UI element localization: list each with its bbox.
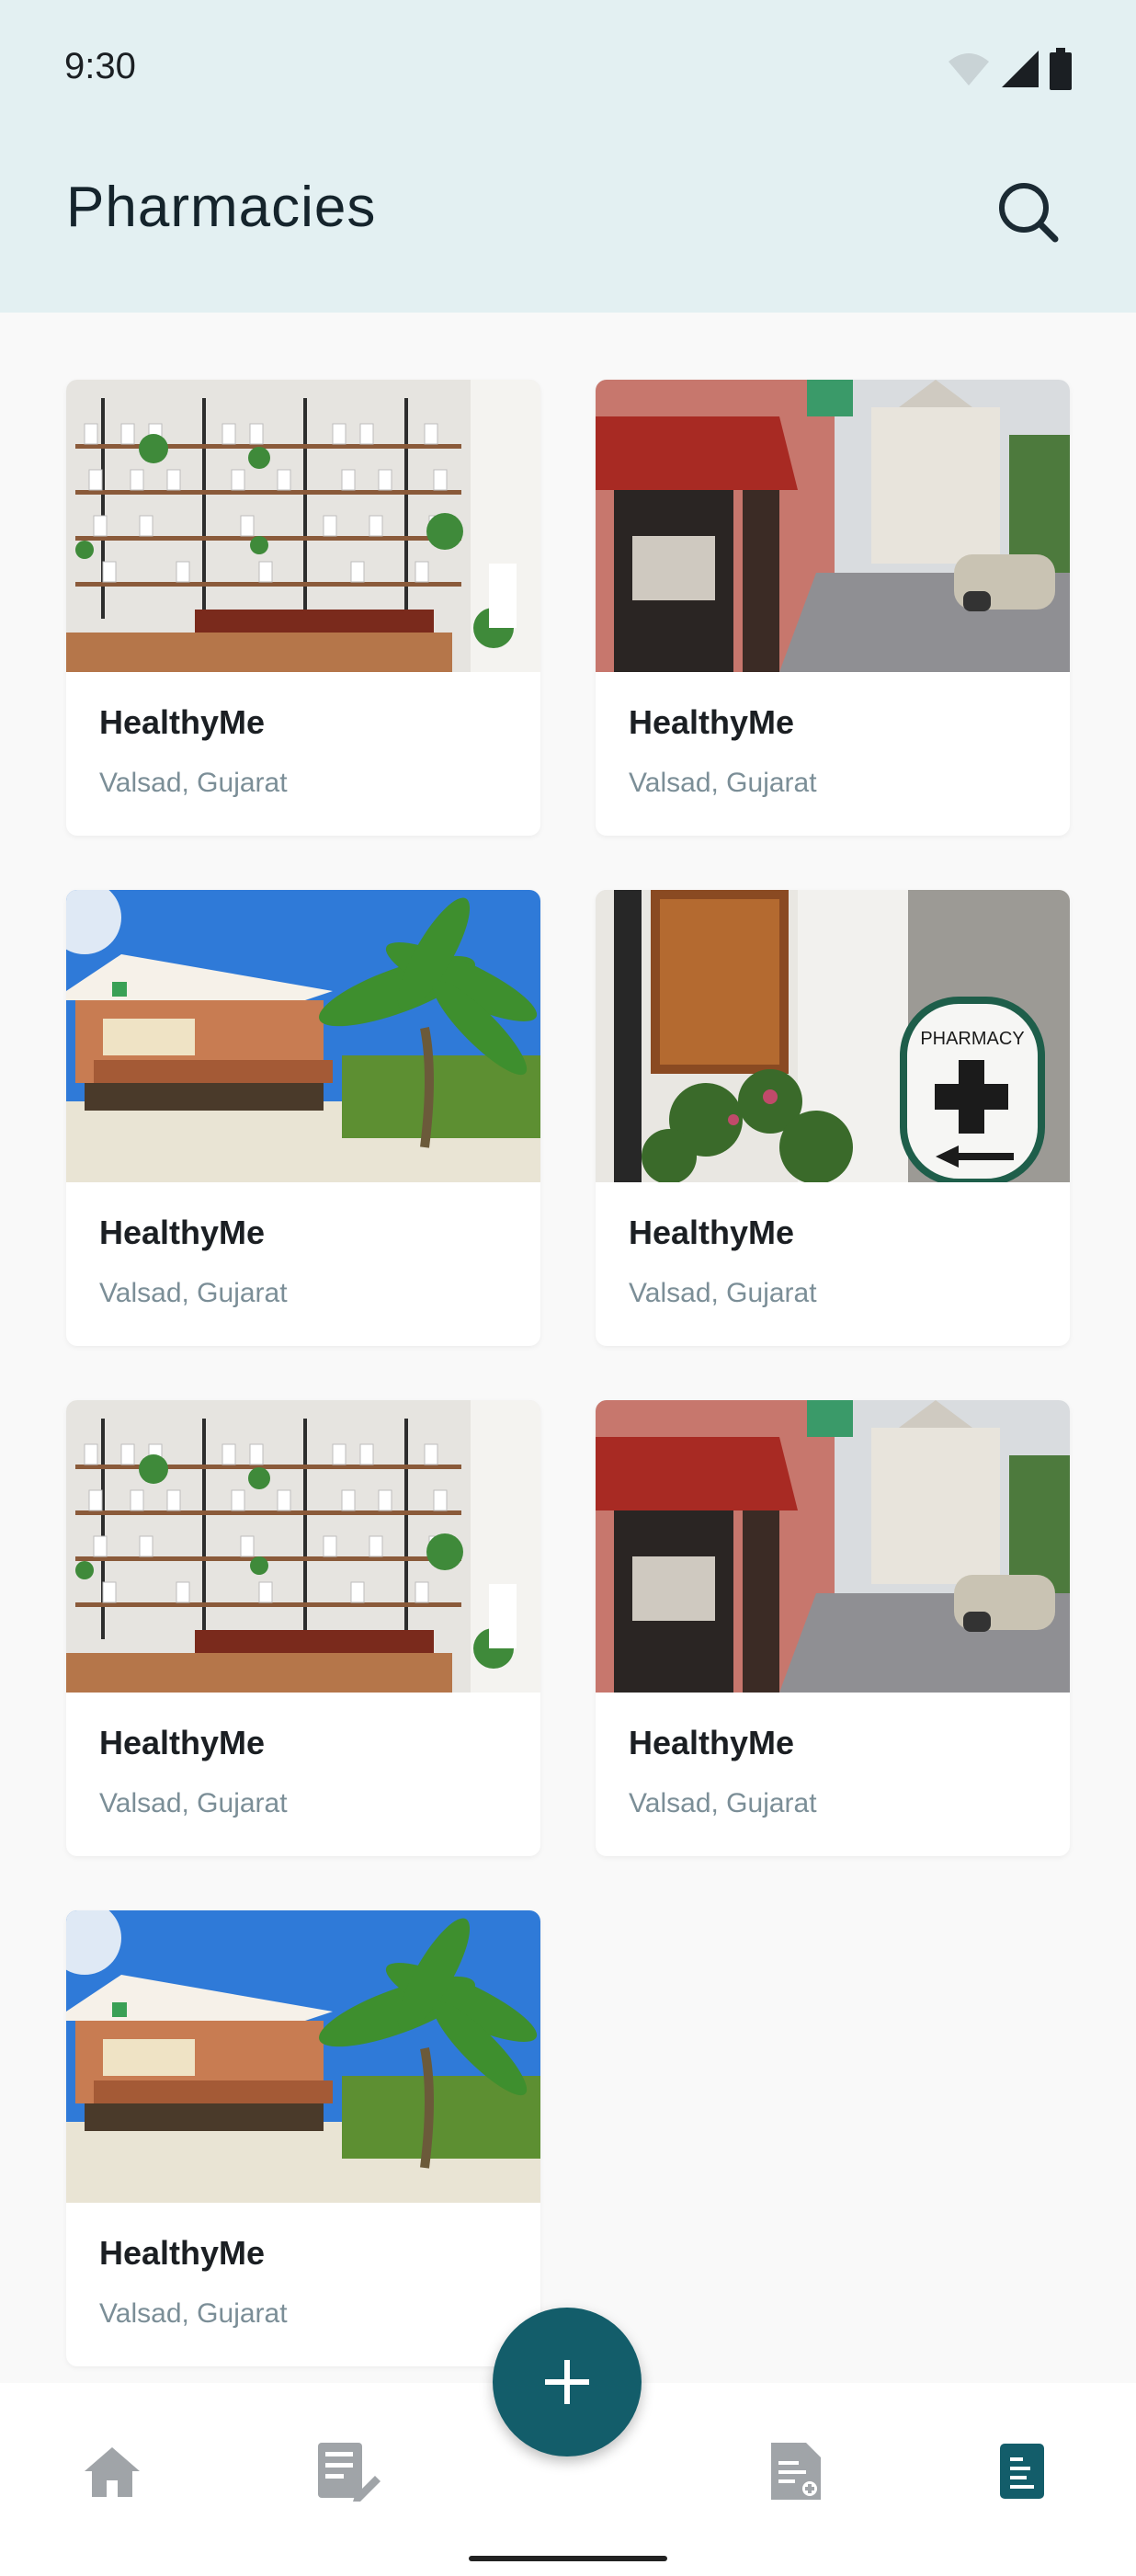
pharmacy-name: HealthyMe: [99, 1724, 266, 1761]
pharmacy-card[interactable]: HealthyMe Valsad, Gujarat: [596, 1400, 1070, 1856]
search-icon: [999, 183, 1059, 243]
pharmacy-image: [66, 1400, 540, 1693]
pharmacy-name: HealthyMe: [99, 2234, 266, 2272]
signal-icon: [1002, 51, 1039, 87]
pharmacy-name: HealthyMe: [629, 703, 795, 741]
pharmacy-name: HealthyMe: [629, 1214, 795, 1251]
pharmacy-location: Valsad, Gujarat: [629, 1788, 817, 1818]
pharmacy-location: Valsad, Gujarat: [99, 2298, 288, 2329]
page-title: Pharmacies: [66, 176, 377, 239]
pharmacy-image: [596, 1400, 1070, 1693]
pharmacy-card[interactable]: HealthyMe Valsad, Gujarat: [66, 1910, 540, 2366]
pharmacy-location: Valsad, Gujarat: [99, 1788, 288, 1818]
nav-home[interactable]: [75, 2434, 149, 2508]
add-button[interactable]: [493, 2308, 642, 2456]
pharmacy-card[interactable]: HealthyMe Valsad, Gujarat: [66, 890, 540, 1346]
pharmacy-card[interactable]: HealthyMe Valsad, Gujarat: [66, 380, 540, 836]
pharmacy-location: Valsad, Gujarat: [99, 1278, 288, 1308]
document-add-icon: [771, 2443, 821, 2500]
battery-icon: [1050, 48, 1072, 90]
svg-text:PHARMACY: PHARMACY: [920, 1029, 1024, 1049]
add-icon: [545, 2360, 589, 2404]
pharmacy-location: Valsad, Gujarat: [629, 768, 817, 798]
pharmacy-card[interactable]: HealthyMe Valsad, Gujarat: [596, 380, 1070, 836]
pharmacy-name: HealthyMe: [629, 1724, 795, 1761]
list-document-icon: [1000, 2444, 1044, 2499]
pharmacy-name: HealthyMe: [99, 1214, 266, 1251]
status-time: 9:30: [64, 46, 136, 86]
pharmacy-image: [596, 380, 1070, 672]
app-header: 9:30 Pharmacies: [0, 0, 1136, 313]
pharmacy-image: [66, 890, 540, 1182]
pharmacy-location: Valsad, Gujarat: [99, 768, 288, 798]
status-icons: [947, 48, 1072, 90]
home-indicator[interactable]: [469, 2556, 667, 2561]
pharmacy-image: [66, 380, 540, 672]
nav-pharmacies[interactable]: [985, 2434, 1059, 2508]
pharmacy-card[interactable]: HealthyMe Valsad, Gujarat: [66, 1400, 540, 1856]
search-button[interactable]: [993, 177, 1062, 246]
pharmacy-image: [66, 1910, 540, 2203]
prescription-icon: [318, 2443, 381, 2502]
pharmacy-location: Valsad, Gujarat: [629, 1278, 817, 1308]
pharmacy-image: PHARMACY: [596, 890, 1070, 1182]
nav-documents[interactable]: [759, 2434, 833, 2508]
pharmacy-card[interactable]: PHARMACY HealthyMe Valsad, Gujarat: [596, 890, 1070, 1346]
home-icon: [85, 2447, 140, 2497]
pharmacy-name: HealthyMe: [99, 703, 266, 741]
nav-prescriptions[interactable]: [311, 2434, 384, 2508]
wifi-icon: [949, 53, 989, 85]
